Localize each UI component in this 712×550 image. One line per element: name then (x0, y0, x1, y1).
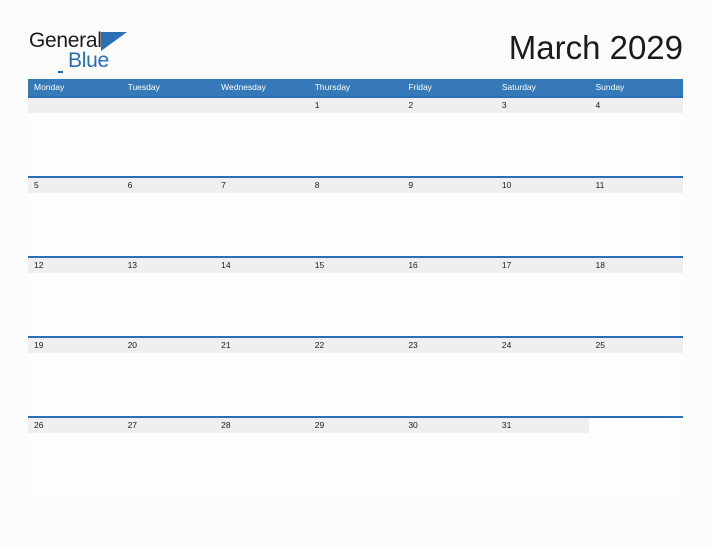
day-cell[interactable]: 13 (121, 258, 216, 273)
calendar-week-row: 26 27 28 29 30 31 (28, 416, 683, 496)
week-event-area[interactable] (28, 353, 683, 416)
day-cell[interactable] (589, 418, 683, 433)
weekday-friday: Friday (408, 82, 432, 92)
day-cell[interactable]: 25 (589, 338, 684, 353)
weekday-monday: Monday (34, 82, 65, 92)
day-cell[interactable]: 22 (308, 338, 403, 353)
calendar-week-row: 5 6 7 8 9 10 11 (28, 176, 684, 256)
day-cell[interactable]: 19 (28, 338, 122, 353)
day-cell[interactable]: 4 (589, 98, 684, 113)
week-date-band: 1 2 3 4 (28, 98, 684, 113)
day-cell[interactable]: 17 (495, 258, 590, 273)
week-event-area[interactable] (28, 433, 683, 496)
week-event-area[interactable] (28, 273, 683, 336)
logo-accent-bar (58, 71, 63, 73)
brand-logo[interactable]: General Blue (29, 29, 134, 73)
day-cell[interactable]: 5 (28, 178, 122, 193)
weekday-sunday: Sunday (595, 82, 625, 92)
day-cell[interactable]: 12 (28, 258, 122, 273)
weekday-saturday: Saturday (501, 82, 536, 92)
week-date-band: 12 13 14 15 16 17 18 (28, 258, 684, 273)
brand-name-blue: Blue (68, 49, 109, 72)
day-cell[interactable]: 7 (215, 178, 309, 193)
brand-name-general: General (29, 29, 102, 52)
day-cell[interactable] (121, 98, 216, 113)
calendar-week-row: 1 2 3 4 (28, 96, 684, 176)
day-cell[interactable]: 10 (495, 178, 590, 193)
day-cell[interactable]: 9 (402, 178, 496, 193)
day-cell[interactable]: 11 (589, 178, 684, 193)
day-cell[interactable]: 27 (121, 418, 216, 433)
day-cell[interactable] (28, 98, 122, 113)
day-cell[interactable]: 14 (215, 258, 309, 273)
weekday-tuesday: Tuesday (127, 82, 160, 92)
day-cell[interactable]: 21 (215, 338, 309, 353)
weekday-wednesday: Wednesday (221, 82, 266, 92)
calendar-grid: Monday Tuesday Wednesday Thursday Friday… (28, 79, 684, 496)
week-date-band: 26 27 28 29 30 31 (28, 418, 683, 433)
day-cell[interactable]: 29 (308, 418, 403, 433)
week-date-band: 19 20 21 22 23 24 25 (28, 338, 684, 353)
day-cell[interactable]: 26 (28, 418, 122, 433)
day-cell[interactable]: 15 (308, 258, 403, 273)
weekday-thursday: Thursday (314, 82, 351, 92)
day-cell[interactable]: 24 (495, 338, 590, 353)
day-cell[interactable]: 20 (121, 338, 216, 353)
day-cell[interactable]: 1 (308, 98, 403, 113)
day-cell[interactable]: 28 (215, 418, 309, 433)
week-event-area[interactable] (28, 193, 683, 256)
day-cell[interactable]: 3 (495, 98, 590, 113)
day-cell[interactable]: 6 (121, 178, 216, 193)
day-cell[interactable]: 8 (308, 178, 403, 193)
day-cell[interactable]: 30 (402, 418, 496, 433)
day-cell[interactable]: 2 (402, 98, 496, 113)
calendar-week-row: 19 20 21 22 23 24 25 (28, 336, 684, 416)
week-event-area[interactable] (28, 113, 683, 176)
page-title: March 2029 (508, 29, 683, 66)
day-cell[interactable] (215, 98, 309, 113)
day-cell[interactable]: 16 (402, 258, 496, 273)
day-cell[interactable]: 18 (589, 258, 684, 273)
calendar-weekday-header: Monday Tuesday Wednesday Thursday Friday… (28, 79, 683, 96)
day-cell[interactable]: 23 (402, 338, 496, 353)
week-date-band: 5 6 7 8 9 10 11 (28, 178, 684, 193)
calendar-week-row: 12 13 14 15 16 17 18 (28, 256, 684, 336)
page-header: General Blue March 2029 (0, 0, 712, 78)
day-cell[interactable]: 31 (495, 418, 590, 433)
